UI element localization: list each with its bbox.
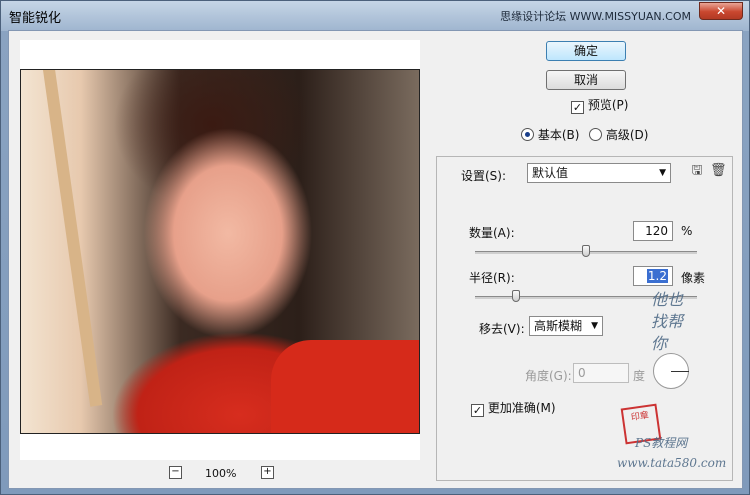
minus-icon: − xyxy=(171,466,180,477)
remove-select[interactable]: 高斯模糊 ▼ xyxy=(529,316,603,336)
settings-select[interactable]: 默认值 ▼ xyxy=(527,163,671,183)
stamp-text: 印章 xyxy=(630,410,650,424)
dialog-window: 智能锐化 思缘设计论坛 WWW.MISSYUAN.COM ✕ − 100% + … xyxy=(0,0,750,495)
angle-input: 0 xyxy=(573,363,629,383)
photo-umbrella-stick xyxy=(43,70,103,407)
title-bar[interactable]: 智能锐化 思缘设计论坛 WWW.MISSYUAN.COM ✕ xyxy=(1,1,749,31)
advanced-label: 高级(D) xyxy=(605,128,649,142)
amount-unit: % xyxy=(681,224,693,238)
zoom-controls: − 100% + xyxy=(169,463,279,483)
plus-icon: + xyxy=(263,466,272,477)
calligraphy-watermark: 他也找帮你 xyxy=(651,290,684,353)
more-accurate-label: 更加准确(M) xyxy=(487,401,556,415)
amount-input[interactable]: 120 xyxy=(633,221,673,241)
zoom-out-button[interactable]: − xyxy=(169,466,182,479)
save-icon[interactable]: 🖫 xyxy=(689,164,705,180)
mode-basic-option[interactable]: 基本(B) xyxy=(521,126,579,143)
angle-unit: 度 xyxy=(633,369,646,383)
advanced-radio[interactable] xyxy=(589,128,602,141)
amount-value: 120 xyxy=(645,224,668,238)
basic-label: 基本(B) xyxy=(537,128,580,142)
radius-input[interactable]: 1.2 xyxy=(633,266,673,286)
url-watermark: www.tata580.com xyxy=(617,456,727,470)
chevron-down-icon: ▼ xyxy=(659,168,666,178)
remove-value: 高斯模糊 xyxy=(534,319,583,333)
cancel-button[interactable]: 取消 xyxy=(546,70,626,90)
ps-site-watermark: PS教程网 xyxy=(635,436,688,450)
radius-value: 1.2 xyxy=(646,269,668,283)
dialog-client-area: − 100% + 确定 取消 ✓ 预览(P) 基本(B) 高级(D) 设置(S)… xyxy=(8,30,743,489)
ok-button[interactable]: 确定 xyxy=(546,41,626,61)
mode-advanced-option[interactable]: 高级(D) xyxy=(589,126,648,143)
trash-icon[interactable]: 🗑 xyxy=(710,164,727,180)
amount-label: 数量(A): xyxy=(469,226,515,240)
settings-group: 设置(S): 默认值 ▼ 🖫 🗑 数量(A): 120 % 半径(R): 1.2… xyxy=(436,156,733,481)
preview-checkbox-row[interactable]: ✓ 预览(P) xyxy=(571,96,628,114)
more-accurate-checkbox[interactable]: ✓ xyxy=(471,404,484,417)
more-accurate-row[interactable]: ✓ 更加准确(M) xyxy=(471,399,556,417)
remove-label: 移去(V): xyxy=(479,322,525,336)
amount-slider-thumb[interactable] xyxy=(582,245,590,257)
photo-red-garment xyxy=(271,340,419,433)
angle-value: 0 xyxy=(578,366,586,380)
radius-slider-thumb[interactable] xyxy=(512,290,521,302)
close-button[interactable]: ✕ xyxy=(699,2,743,20)
settings-value: 默认值 xyxy=(532,166,569,180)
preview-label: 预览(P) xyxy=(587,98,629,112)
radius-unit: 像素 xyxy=(681,271,706,285)
preview-checkbox[interactable]: ✓ xyxy=(571,101,584,114)
zoom-in-button[interactable]: + xyxy=(261,466,274,479)
chevron-down-icon: ▼ xyxy=(591,321,598,331)
basic-radio[interactable] xyxy=(521,128,534,141)
site-watermark-text: 思缘设计论坛 WWW.MISSYUAN.COM xyxy=(500,10,691,23)
angle-label: 角度(G): xyxy=(525,369,572,383)
zoom-level: 100% xyxy=(205,467,237,480)
window-title: 智能锐化 xyxy=(9,11,62,26)
settings-label: 设置(S): xyxy=(461,169,507,183)
preview-image[interactable] xyxy=(20,69,420,434)
angle-dial xyxy=(653,353,689,389)
radius-label: 半径(R): xyxy=(469,271,515,285)
close-icon: ✕ xyxy=(715,4,727,18)
